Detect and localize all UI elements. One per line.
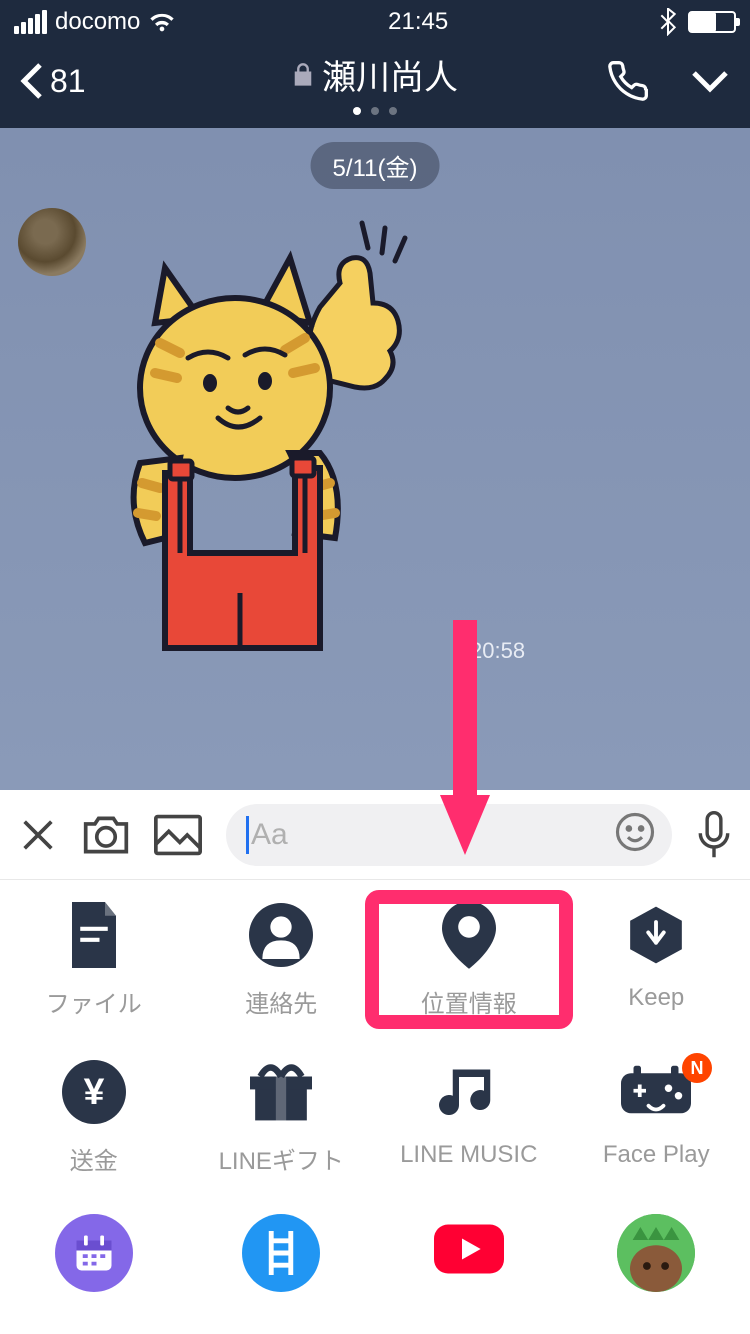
microphone-icon (696, 811, 732, 859)
lock-icon (292, 62, 314, 88)
attach-label: LINEギフト (219, 1141, 344, 1176)
attach-schedule[interactable] (0, 1214, 188, 1292)
carrier-label: docomo (55, 8, 140, 36)
svg-text:¥: ¥ (83, 1070, 104, 1112)
attach-label: 送金 (70, 1141, 118, 1176)
message-input[interactable]: Aa (226, 804, 672, 866)
attach-label: 連絡先 (245, 984, 317, 1019)
gallery-icon (154, 814, 202, 856)
attach-location[interactable]: 位置情報 (375, 900, 563, 1019)
back-button[interactable]: 81 (20, 61, 86, 101)
battery-icon (688, 11, 736, 33)
call-button[interactable] (606, 59, 650, 103)
attach-ladder[interactable] (188, 1214, 376, 1292)
message-timestamp: 20:58 (470, 638, 525, 664)
close-icon (18, 815, 58, 855)
attachment-panel: ファイル 連絡先 位置情報 Keep ¥ 送金 (0, 880, 750, 1292)
attach-gift[interactable]: LINEギフト (188, 1057, 376, 1176)
camera-icon (82, 814, 130, 856)
ladder-icon (242, 1214, 320, 1292)
emoji-icon (614, 811, 656, 853)
location-icon (434, 900, 504, 970)
contact-icon (246, 900, 316, 970)
attach-transfer[interactable]: ¥ 送金 (0, 1057, 188, 1176)
attach-faceplay[interactable]: N Face Play (563, 1057, 750, 1176)
attach-label: 位置情報 (421, 984, 517, 1019)
attach-music[interactable]: LINE MUSIC (375, 1057, 563, 1176)
music-icon (434, 1057, 504, 1127)
faceplay-icon (621, 1057, 691, 1127)
attach-file[interactable]: ファイル (0, 900, 188, 1019)
file-icon (59, 900, 129, 970)
yen-icon: ¥ (59, 1057, 129, 1127)
attach-label: Keep (628, 984, 684, 1012)
signal-icon (14, 10, 47, 34)
attach-label: ファイル (46, 984, 142, 1019)
character-icon (617, 1214, 695, 1292)
keep-icon (621, 900, 691, 970)
chat-title: 瀬川尚人 (322, 50, 458, 99)
attach-youtube[interactable] (375, 1214, 563, 1292)
wifi-icon (148, 8, 176, 36)
chevron-down-button[interactable] (690, 69, 730, 93)
voice-button[interactable] (696, 811, 732, 859)
attach-keep[interactable]: Keep (563, 900, 750, 1019)
input-placeholder: Aa (251, 818, 288, 852)
back-count: 81 (50, 63, 86, 100)
youtube-icon (434, 1214, 504, 1284)
date-badge: 5/11(金) (311, 142, 440, 189)
chat-title-area[interactable]: 瀬川尚人 (292, 50, 458, 115)
attach-character[interactable] (563, 1214, 750, 1292)
attach-contact[interactable]: 連絡先 (188, 900, 376, 1019)
bluetooth-icon (660, 8, 676, 36)
attach-label: LINE MUSIC (400, 1141, 537, 1169)
chat-header: 81 瀬川尚人 (0, 44, 750, 128)
clock-label: 21:45 (388, 8, 448, 36)
calendar-icon (55, 1214, 133, 1292)
avatar[interactable] (18, 208, 86, 276)
camera-button[interactable] (82, 814, 130, 856)
chat-area[interactable]: 5/11(金) (0, 128, 750, 790)
status-left: docomo (14, 8, 176, 36)
status-bar: docomo 21:45 (0, 0, 750, 44)
sticker-message[interactable] (110, 213, 450, 653)
page-dots (292, 107, 458, 115)
close-attachments-button[interactable] (18, 815, 58, 855)
gallery-button[interactable] (154, 814, 202, 856)
input-bar: Aa (0, 790, 750, 880)
attach-label: Face Play (603, 1141, 710, 1169)
chevron-left-icon (20, 61, 44, 101)
new-badge: N (682, 1053, 712, 1083)
gift-icon (246, 1057, 316, 1127)
text-cursor (246, 816, 249, 854)
status-right (660, 8, 736, 36)
emoji-button[interactable] (614, 811, 656, 858)
